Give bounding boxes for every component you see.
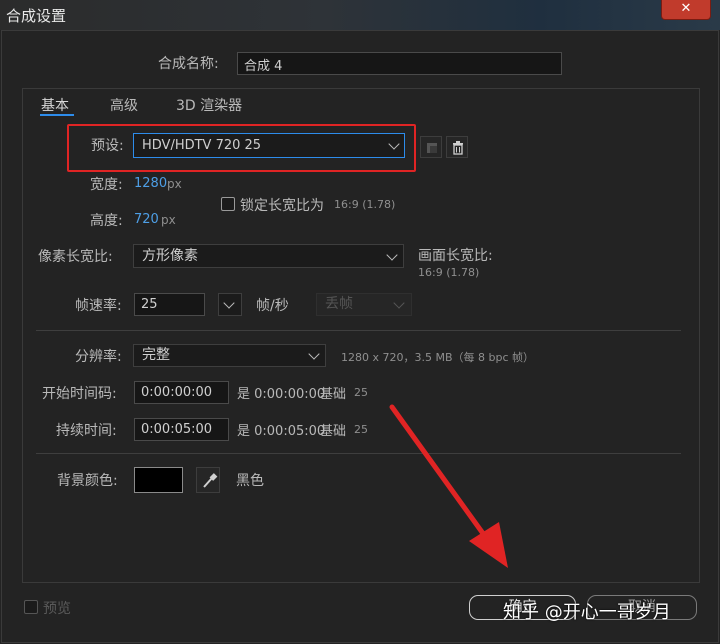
watermark-text: 知乎 @开心一哥岁月 xyxy=(503,602,671,623)
annotation-arrow xyxy=(389,404,508,568)
